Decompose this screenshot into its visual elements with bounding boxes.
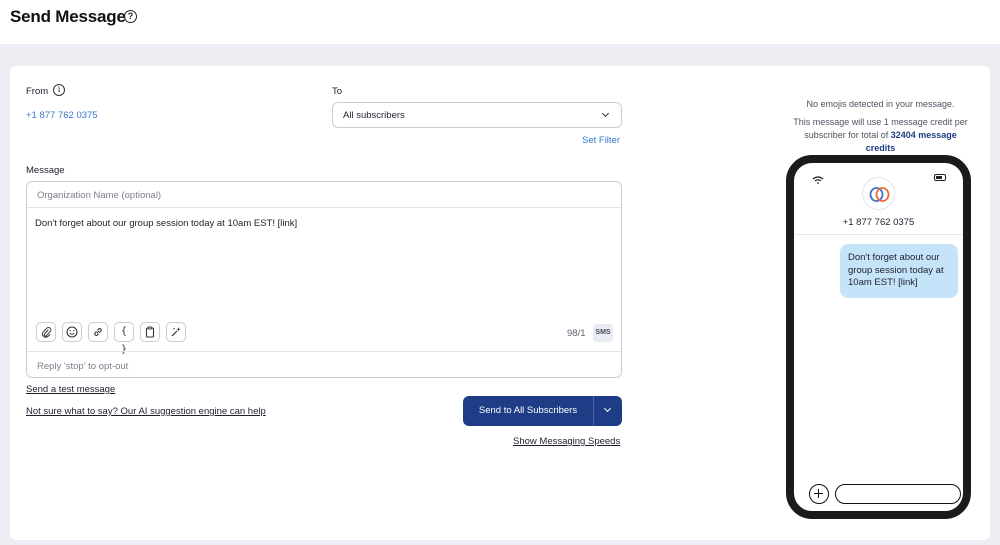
contact-avatar [862, 177, 895, 210]
plus-icon [809, 484, 829, 504]
top-bar: Send Message ? [0, 0, 1000, 44]
sms-badge: SMS [593, 324, 613, 342]
message-bubble: Don't forget about our group session tod… [840, 244, 958, 298]
info-icon[interactable]: i [53, 84, 65, 96]
send-to-all-button[interactable]: Send to All Subscribers [463, 396, 622, 426]
set-filter-link[interactable]: Set Filter [582, 135, 620, 146]
contact-number: +1 877 762 0375 [842, 217, 915, 228]
credit-info-line-2: subscriber for total of 32404 message [783, 130, 978, 140]
message-textarea[interactable]: Don't forget about our group session tod… [35, 218, 297, 229]
organization-name-input[interactable]: Organization Name (optional) [27, 182, 621, 208]
recipient-select-value: All subscribers [343, 110, 405, 121]
phone-preview: +1 877 762 0375 Don't forget about our g… [786, 155, 971, 519]
emoji-icon[interactable] [62, 322, 82, 342]
message-label: Message [26, 165, 65, 176]
from-label: From [26, 86, 49, 97]
wifi-icon [812, 176, 824, 184]
to-label: To [332, 86, 343, 97]
opt-out-field[interactable]: Reply 'stop' to opt-out [27, 351, 621, 377]
chevron-down-icon [601, 109, 610, 118]
compose-field [835, 484, 961, 504]
send-options-dropdown[interactable] [594, 396, 622, 426]
phone-header: +1 877 762 0375 [794, 163, 963, 235]
brand-logo-icon [869, 187, 890, 202]
battery-icon [934, 174, 946, 181]
send-to-all-label: Send to All Subscribers [478, 405, 578, 416]
credit-info-line-3: credits [783, 143, 978, 153]
variable-braces-icon[interactable]: { } [114, 322, 134, 355]
credit-amount: 32404 message [890, 130, 957, 140]
help-icon[interactable]: ? [124, 10, 137, 23]
from-number[interactable]: +1 877 762 0375 [26, 110, 98, 121]
show-messaging-speeds-link[interactable]: Show Messaging Speeds [513, 436, 620, 447]
sparkle-ai-icon[interactable] [166, 322, 186, 342]
chevron-down-icon [603, 404, 612, 413]
emoji-detection-info: No emojis detected in your message. [806, 99, 955, 109]
ai-suggestion-link[interactable]: Not sure what to say? Our AI suggestion … [26, 406, 266, 417]
character-count: 98/1 [567, 328, 586, 339]
message-composer: Organization Name (optional) Don't forge… [26, 181, 622, 378]
opt-out-text: Reply 'stop' to opt-out [37, 361, 129, 372]
credit-info-prefix: subscriber for total of [804, 130, 889, 140]
recipient-select[interactable]: All subscribers [332, 102, 622, 128]
credit-info-line-1: This message will use 1 message credit p… [793, 117, 968, 127]
send-test-message-link[interactable]: Send a test message [26, 384, 115, 395]
clipboard-icon[interactable] [140, 322, 160, 342]
page-title: Send Message [10, 7, 126, 26]
organization-name-placeholder: Organization Name (optional) [37, 190, 162, 201]
link-icon[interactable] [88, 322, 108, 342]
credit-suffix: credits [865, 143, 896, 153]
paperclip-icon[interactable] [36, 322, 56, 342]
